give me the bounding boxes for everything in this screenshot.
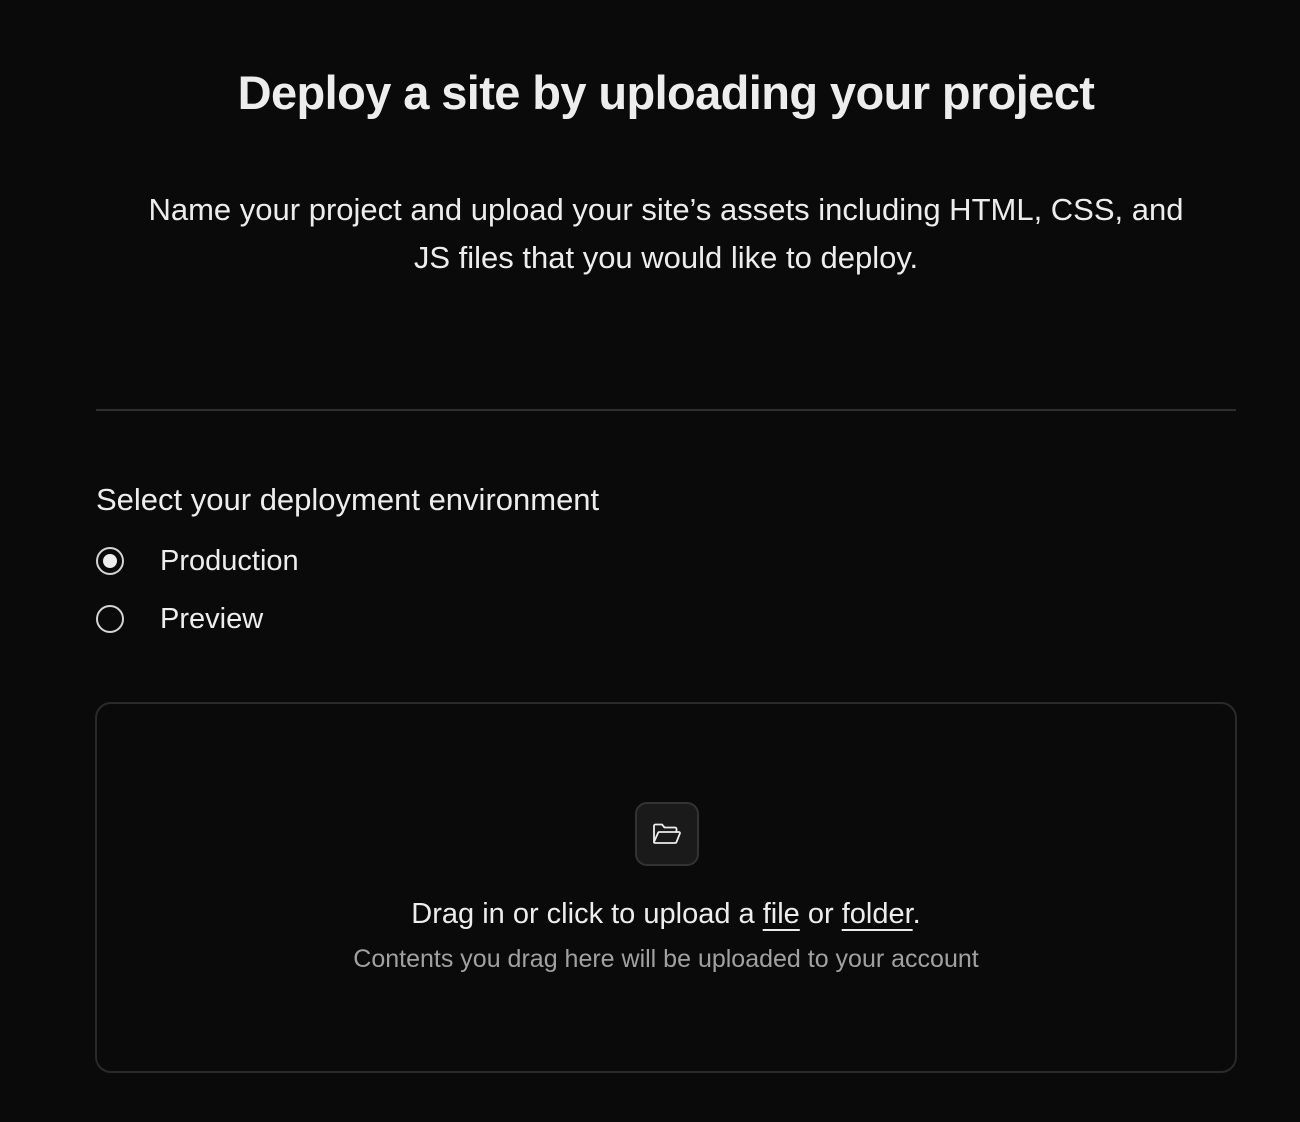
page-title: Deploy a site by uploading your project: [237, 66, 1095, 119]
folder-upload-link[interactable]: folder: [842, 898, 913, 930]
section-divider: [96, 409, 1236, 411]
radio-option-preview[interactable]: Preview: [96, 602, 263, 636]
radio-label-preview: Preview: [160, 603, 264, 635]
radio-selected-dot: [103, 554, 117, 568]
file-upload-link[interactable]: file: [763, 898, 800, 930]
dropzone-text-prefix: Drag in or click to upload a: [411, 898, 763, 930]
radio-label-production: Production: [160, 545, 299, 577]
folder-open-icon: [653, 823, 681, 844]
dropzone-instructions: Drag in or click to upload a file or fol…: [97, 894, 1235, 934]
radio-option-production[interactable]: Production: [96, 544, 299, 578]
radio-preview[interactable]: [96, 605, 124, 633]
radio-production[interactable]: [96, 547, 124, 575]
dropzone-text-middle: or: [799, 898, 842, 930]
environment-heading: Select your deployment environment: [96, 482, 600, 517]
upload-dropzone[interactable]: Drag in or click to upload a file or fol…: [95, 702, 1237, 1073]
dropzone-text-suffix: .: [912, 898, 921, 930]
dropzone-helper-text: Contents you drag here will be uploaded …: [353, 945, 979, 973]
folder-upload-button[interactable]: [635, 802, 699, 866]
page-subtitle: Name your project and upload your site’s…: [148, 192, 1184, 275]
